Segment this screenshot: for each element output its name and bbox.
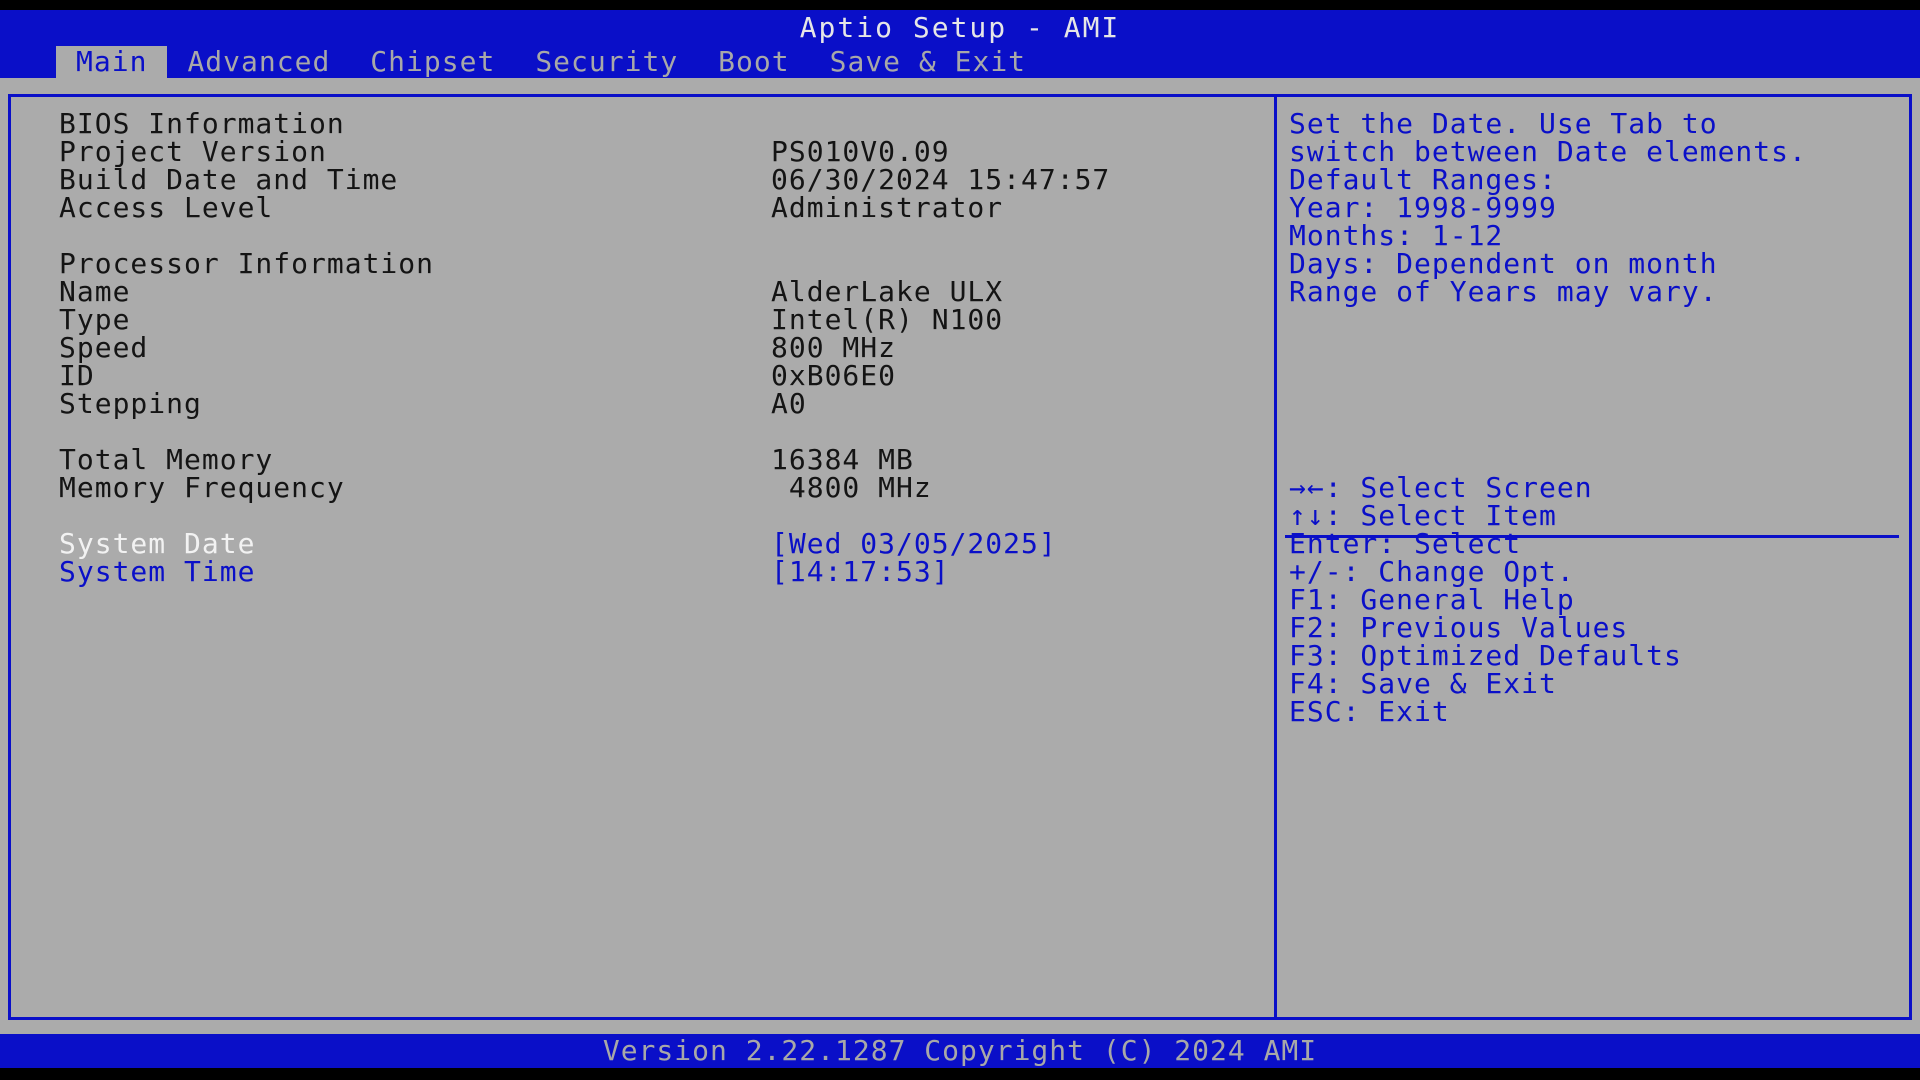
bios-screen: Aptio Setup - AMI Main Advanced Chipset … [0,0,1920,1080]
processor-stepping-label: Stepping [59,387,202,420]
memory-frequency-value: 4800 MHz [771,471,932,504]
tab-bar: Main Advanced Chipset Security Boot Save… [56,46,1046,78]
tab-boot[interactable]: Boot [698,46,809,78]
main-body: BIOS Information Project Version PS010V0… [0,78,1920,1034]
tab-advanced[interactable]: Advanced [167,46,350,78]
memory-frequency-label: Memory Frequency [59,471,345,504]
tab-security[interactable]: Security [515,46,698,78]
system-time-value[interactable]: [14:17:53] [771,555,950,589]
tab-main[interactable]: Main [56,46,168,78]
tab-chipset[interactable]: Chipset [350,46,515,78]
footer-version: Version 2.22.1287 Copyright (C) 2024 AMI [0,1034,1920,1068]
system-time-label[interactable]: System Time [59,555,255,589]
settings-panel: BIOS Information Project Version PS010V0… [8,94,1275,1020]
key-hint-esc: ESC: Exit [1289,695,1450,728]
help-text-line: Range of Years may vary. [1289,275,1718,308]
access-level-value: Administrator [771,191,1004,224]
access-level-label: Access Level [59,191,274,224]
processor-stepping-value: A0 [771,387,807,420]
header-bar: Aptio Setup - AMI Main Advanced Chipset … [0,10,1920,78]
help-panel: Set the Date. Use Tab to switch between … [1274,94,1912,1020]
window-title: Aptio Setup - AMI [799,11,1121,44]
tab-save-exit[interactable]: Save & Exit [810,46,1046,78]
